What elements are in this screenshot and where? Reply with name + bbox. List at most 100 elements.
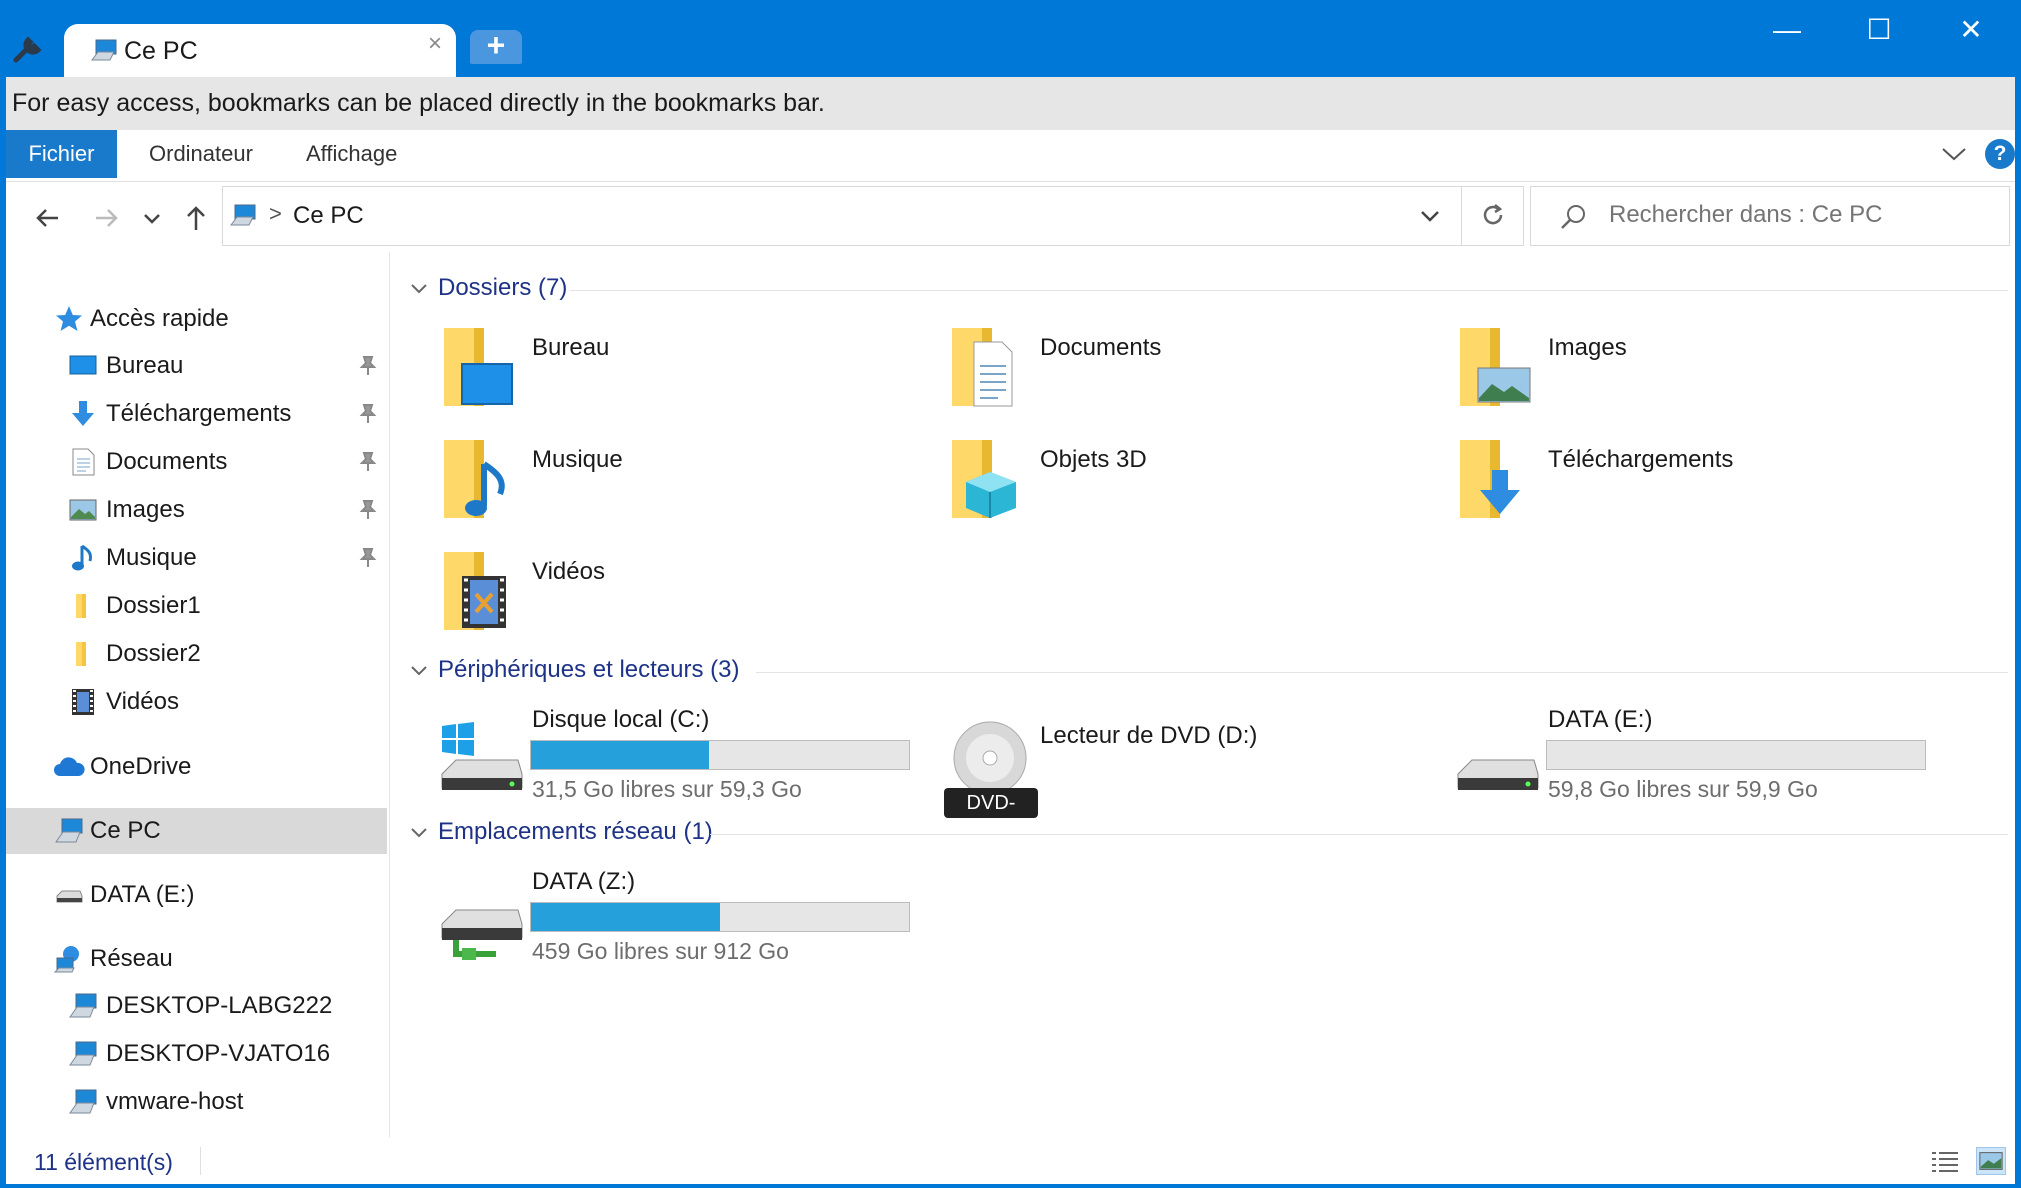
forward-arrow-icon[interactable] xyxy=(90,202,122,234)
group-header-dossiers[interactable]: Dossiers (7) xyxy=(410,272,2008,308)
sidebar-item-label: Réseau xyxy=(90,945,173,972)
folder-tile-documents[interactable]: Documents xyxy=(944,322,1444,432)
tab-ce-pc[interactable]: Ce PC × xyxy=(64,24,456,77)
pin-icon[interactable] xyxy=(358,403,378,425)
picture-icon xyxy=(69,499,97,521)
pin-icon[interactable] xyxy=(358,499,378,521)
pin-icon[interactable] xyxy=(358,547,378,569)
group-header-emplacements-reseau[interactable]: Emplacements réseau (1) xyxy=(410,816,2008,852)
tab-close-icon[interactable]: × xyxy=(428,32,442,56)
sidebar-item-label: Dossier1 xyxy=(106,592,201,619)
sidebar-item-label: Musique xyxy=(106,544,197,571)
address-dropdown-icon[interactable] xyxy=(1419,207,1441,225)
group-header-peripheriques[interactable]: Périphériques et lecteurs (3) xyxy=(410,654,2008,690)
drive-label: DATA (E:) xyxy=(1548,706,1653,733)
divider xyxy=(570,290,2008,291)
computer-icon xyxy=(55,818,83,843)
folder-tile-images[interactable]: Images xyxy=(1452,322,1952,432)
sidebar-item-reseau[interactable]: Réseau xyxy=(6,936,387,982)
breadcrumb-ce-pc[interactable]: Ce PC xyxy=(293,202,364,230)
divider xyxy=(756,672,2008,673)
item-count: 11 élément(s) xyxy=(34,1149,173,1175)
tab-ordinateur[interactable]: Ordinateur xyxy=(124,130,278,178)
back-arrow-icon[interactable] xyxy=(32,202,64,234)
dvd-rom-badge: DVD-ROM xyxy=(944,788,1038,844)
new-tab-button[interactable]: + xyxy=(470,29,522,64)
navigation-pane: Accès rapide Bureau Téléchargements Docu… xyxy=(6,252,390,1137)
drive-free-space: 59,8 Go libres sur 59,9 Go xyxy=(1548,776,1818,802)
breadcrumb-chevron-icon[interactable]: > xyxy=(269,201,282,227)
sidebar-item-quick-access[interactable]: Accès rapide xyxy=(6,296,387,342)
music-folder-icon xyxy=(444,440,505,518)
sidebar-item-dossier2[interactable]: Dossier2 xyxy=(6,631,387,677)
search-input[interactable] xyxy=(1609,201,1989,229)
help-button[interactable]: ? xyxy=(1985,139,2015,169)
drive-tile-c[interactable]: Disque local (C:) 31,5 Go libres sur 59,… xyxy=(436,706,936,816)
computer-icon xyxy=(69,1041,97,1066)
drive-tile-e[interactable]: DATA (E:) 59,8 Go libres sur 59,9 Go xyxy=(1452,706,1952,816)
sidebar-item-dossier1[interactable]: Dossier1 xyxy=(6,583,387,629)
sidebar-item-videos[interactable]: Vidéos xyxy=(6,679,387,725)
sidebar-item-documents[interactable]: Documents xyxy=(6,439,387,485)
details-view-icon[interactable] xyxy=(1930,1149,1960,1175)
sidebar-item-ce-pc[interactable]: Ce PC xyxy=(6,808,387,854)
tab-fichier[interactable]: Fichier xyxy=(6,130,117,178)
music-icon xyxy=(72,544,92,571)
tab-affichage[interactable]: Affichage xyxy=(281,130,422,178)
search-box[interactable] xyxy=(1530,186,2010,246)
ribbon: Fichier Ordinateur Affichage ? xyxy=(0,130,2021,182)
drive-label: Disque local (C:) xyxy=(532,706,710,733)
3d-objects-folder-icon xyxy=(952,440,1016,518)
address-bar[interactable]: > Ce PC xyxy=(222,186,1524,246)
up-arrow-icon[interactable] xyxy=(180,202,212,234)
title-bar: Ce PC × + — ☐ ✕ xyxy=(0,0,2021,77)
windows-drive-icon xyxy=(441,722,523,790)
group-title: Périphériques et lecteurs (3) xyxy=(438,656,740,683)
document-icon xyxy=(72,448,95,476)
divider xyxy=(710,834,2008,835)
sidebar-item-bureau[interactable]: Bureau xyxy=(6,343,387,389)
network-drive-icon xyxy=(441,909,523,960)
status-bar: 11 élément(s) xyxy=(0,1137,2021,1188)
folder-tile-objets-3d[interactable]: Objets 3D xyxy=(944,434,1444,544)
folder-tile-videos[interactable]: Vidéos xyxy=(436,546,936,656)
sidebar-item-images[interactable]: Images xyxy=(6,487,387,533)
wrench-icon[interactable] xyxy=(12,30,48,66)
large-icons-view-icon[interactable] xyxy=(1976,1147,2006,1175)
chevron-down-icon[interactable] xyxy=(410,664,428,678)
sidebar-item-onedrive[interactable]: OneDrive xyxy=(6,744,387,790)
sidebar-item-desktop-labg222[interactable]: DESKTOP-LABG222 xyxy=(6,983,387,1029)
minimize-button[interactable]: — xyxy=(1758,8,1816,52)
sidebar-item-label: Documents xyxy=(106,448,228,475)
tile-label: Documents xyxy=(1040,334,1162,361)
sidebar-item-musique[interactable]: Musique xyxy=(6,535,387,581)
sidebar-item-data-e[interactable]: DATA (E:) xyxy=(6,872,387,918)
pin-icon[interactable] xyxy=(358,451,378,473)
folder-tile-musique[interactable]: Musique xyxy=(436,434,936,544)
desktop-folder-icon xyxy=(444,328,513,406)
chevron-down-icon[interactable] xyxy=(1941,144,1967,164)
drive-tile-z[interactable]: DATA (Z:) 459 Go libres sur 912 Go xyxy=(436,868,936,978)
refresh-icon[interactable] xyxy=(1479,201,1507,229)
drive-tile-dvd[interactable]: DVD-ROM Lecteur de DVD (D:) xyxy=(944,706,1444,844)
drive-label: Lecteur de DVD (D:) xyxy=(1040,722,1258,749)
group-title: Emplacements réseau (1) xyxy=(438,818,713,845)
sidebar-item-telechargements[interactable]: Téléchargements xyxy=(6,391,387,437)
star-icon xyxy=(56,306,82,331)
videos-folder-icon xyxy=(444,552,506,630)
close-button[interactable]: ✕ xyxy=(1942,8,2000,52)
cloud-icon xyxy=(54,757,85,776)
drive-usage-bar xyxy=(530,740,910,770)
sidebar-item-desktop-vjato16[interactable]: DESKTOP-VJATO16 xyxy=(6,1031,387,1077)
recent-locations-chevron-icon[interactable] xyxy=(142,202,162,234)
pin-icon[interactable] xyxy=(358,355,378,377)
sidebar-item-vmware-host[interactable]: vmware-host xyxy=(6,1079,387,1125)
computer-icon xyxy=(69,993,97,1018)
sidebar-item-label: Téléchargements xyxy=(106,400,292,427)
chevron-down-icon[interactable] xyxy=(410,282,428,296)
maximize-button[interactable]: ☐ xyxy=(1850,8,1908,52)
chevron-down-icon[interactable] xyxy=(410,826,428,840)
drive-icon xyxy=(56,890,83,903)
folder-tile-telechargements[interactable]: Téléchargements xyxy=(1452,434,1952,544)
folder-tile-bureau[interactable]: Bureau xyxy=(436,322,936,432)
